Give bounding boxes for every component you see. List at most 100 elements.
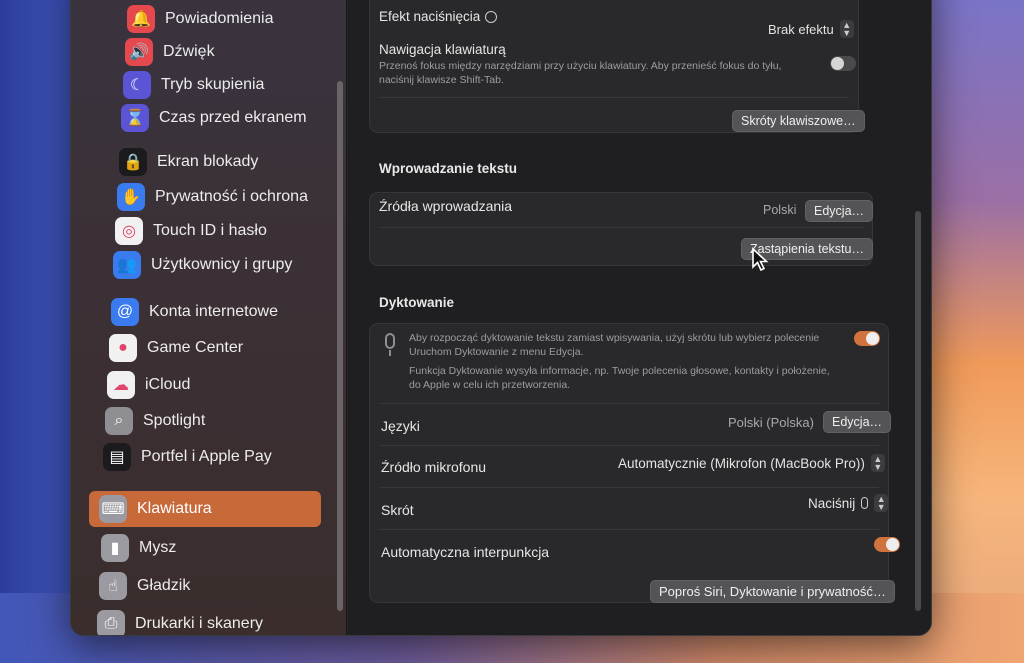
- main-content: Efekt naciśnięcia Brak efektu ▲ ▼ Nawigac…: [348, 0, 931, 635]
- keyboard-navigation-label: Nawigacja klawiaturą: [379, 42, 506, 57]
- text-input-title: Wprowadzanie tekstu: [379, 161, 518, 176]
- magnifier-icon: ⌕: [105, 407, 133, 435]
- sidebar-scrollbar[interactable]: [337, 81, 343, 611]
- input-sources-label: Źródła wprowadzania: [379, 198, 513, 214]
- sidebar-item-powiadomienia[interactable]: 🔔 Powiadomienia: [117, 1, 349, 37]
- toggle-knob: [831, 57, 844, 70]
- moon-icon: ☾: [123, 71, 151, 99]
- sidebar-item-dźwięk[interactable]: 🔊 Dźwięk: [115, 34, 347, 70]
- at-icon: @: [111, 298, 139, 326]
- keyboard-navigation-desc-1: Przenoś fokus między narzędziami przy uż…: [379, 60, 782, 72]
- sidebar-item-czas-przed-ekranem[interactable]: ⌛ Czas przed ekranem: [111, 100, 343, 136]
- bell-icon: 🔔: [127, 5, 155, 33]
- toggle-knob: [886, 538, 899, 551]
- sidebar-item-spotlight[interactable]: ⌕ Spotlight: [95, 403, 327, 439]
- sidebar-item-label: Mysz: [139, 539, 177, 556]
- keyboard-icon: ⌨: [99, 495, 127, 523]
- sidebar-item-touch-id-i-hasło[interactable]: ◎ Touch ID i hasło: [105, 213, 337, 249]
- speaker-icon: 🔊: [125, 38, 153, 66]
- dictation-desc-2: Uruchom Dyktowanie z menu Edycja.: [409, 346, 584, 358]
- hourglass-icon: ⌛: [121, 104, 149, 132]
- divider: [379, 97, 849, 98]
- trackpad-icon: ☝: [99, 572, 127, 600]
- mic-source-popup[interactable]: Automatycznie (Mikrofon (MacBook Pro)) ▲…: [618, 454, 885, 472]
- sidebar-item-label: Dźwięk: [163, 43, 215, 60]
- sidebar-item-prywatność-i-ochrona[interactable]: ✋ Prywatność i ochrona: [107, 179, 339, 215]
- divider: [379, 487, 879, 488]
- languages-value: Polski (Polska): [728, 415, 814, 430]
- microphone-small-icon: [861, 497, 869, 509]
- cloud-icon: ☁: [107, 371, 135, 399]
- printer-icon: ⎙: [97, 610, 125, 635]
- auto-punctuation-toggle[interactable]: [874, 537, 900, 552]
- keyboard-navigation-toggle[interactable]: [830, 56, 856, 71]
- press-effect-value: Brak efektu: [768, 21, 834, 37]
- shortcut-popup[interactable]: Naciśnij ▲ ▼: [808, 494, 889, 512]
- users-icon: 👥: [113, 251, 141, 279]
- keyboard-shortcuts-button[interactable]: Skróty klawiszowe…: [732, 110, 865, 132]
- sidebar-item-label: Drukarki i skanery: [135, 615, 264, 632]
- sidebar-item-label: Touch ID i hasło: [153, 222, 267, 239]
- mic-source-label: Źródło mikrofonu: [381, 459, 487, 475]
- sidebar-item-label: Użytkownicy i grupy: [151, 256, 293, 273]
- shortcut-label: Skrót: [381, 502, 414, 518]
- sidebar-item-label: Tryb skupienia: [161, 76, 265, 93]
- sidebar-item-ekran-blokady[interactable]: 🔒 Ekran blokady: [109, 144, 341, 180]
- sidebar-item-label: Game Center: [147, 339, 244, 356]
- mouse-cursor-icon: [752, 247, 769, 272]
- mouse-icon: ▮: [101, 534, 129, 562]
- sidebar-item-klawiatura[interactable]: ⌨ Klawiatura: [89, 491, 321, 527]
- globe-icon: [485, 11, 497, 23]
- sidebar-item-label: Klawiatura: [137, 500, 212, 517]
- microphone-icon: [385, 333, 395, 349]
- sidebar-item-label: Ekran blokady: [157, 153, 259, 170]
- languages-edit-button[interactable]: Edycja…: [823, 411, 892, 433]
- press-effect-popup[interactable]: Brak efektu ▲ ▼: [768, 20, 854, 38]
- sidebar-item-label: Konta internetowe: [149, 303, 278, 320]
- hand-icon: ✋: [117, 183, 145, 211]
- sidebar-item-label: Powiadomienia: [165, 10, 274, 27]
- sidebar-item-tryb-skupienia[interactable]: ☾ Tryb skupienia: [113, 67, 345, 103]
- microphone-stand: [389, 350, 391, 356]
- sidebar-item-mysz[interactable]: ▮ Mysz: [91, 530, 323, 566]
- divider: [379, 403, 879, 404]
- divider: [379, 445, 879, 446]
- chevron-updown-icon: ▲ ▼: [870, 454, 885, 472]
- sidebar-item-label: Gładzik: [137, 577, 191, 594]
- sidebar-item-label: Spotlight: [143, 412, 206, 429]
- sidebar-item-label: Prywatność i ochrona: [155, 188, 308, 205]
- chevron-updown-icon: ▲ ▼: [839, 20, 854, 38]
- sidebar-item-drukarki-i-skanery[interactable]: ⎙ Drukarki i skanery: [87, 606, 319, 635]
- input-sources-value: Polski: [763, 203, 797, 217]
- game-center-icon: ●: [109, 334, 137, 362]
- settings-window: 🔔 Powiadomienia 🔊 Dźwięk ☾ Tryb skupienia ⌛ Cza…: [70, 0, 932, 636]
- lock-icon: 🔒: [119, 148, 147, 176]
- languages-label: Języki: [381, 418, 420, 434]
- dictation-toggle[interactable]: [854, 331, 880, 346]
- input-sources-edit-button[interactable]: Edycja…: [805, 200, 874, 222]
- shortcut-value: Naciśnij: [808, 495, 856, 511]
- dictation-title: Dyktowanie: [379, 295, 455, 310]
- siri-privacy-button[interactable]: Poproś Siri, Dyktowanie i prywatność…: [650, 580, 895, 603]
- sidebar-item-label: iCloud: [145, 376, 191, 393]
- dictation-desc-4: do Apple w celu ich przetworzenia.: [409, 379, 571, 391]
- divider: [379, 227, 863, 228]
- press-effect-label: Efekt naciśnięcia: [379, 9, 481, 24]
- dictation-desc-3: Funkcja Dyktowanie wysyła informacje, np…: [409, 365, 830, 377]
- auto-punctuation-label: Automatyczna interpunkcja: [381, 544, 550, 560]
- sidebar-item-konta-internetowe[interactable]: @ Konta internetowe: [101, 294, 333, 330]
- sidebar-item-icloud[interactable]: ☁ iCloud: [97, 367, 329, 403]
- sidebar-item-label: Czas przed ekranem: [159, 109, 307, 126]
- divider: [379, 529, 879, 530]
- dictation-desc-1: Aby rozpocząć dyktowanie tekstu zamiast …: [409, 332, 820, 344]
- sidebar-item-game-center[interactable]: ● Game Center: [99, 330, 331, 366]
- content-scrollbar[interactable]: [915, 211, 921, 611]
- sidebar-item-gładzik[interactable]: ☝ Gładzik: [89, 568, 321, 604]
- sidebar-item-użytkownicy-i-grupy[interactable]: 👥 Użytkownicy i grupy: [103, 247, 335, 283]
- keyboard-navigation-desc-2: naciśnij klawisze Shift-Tab.: [379, 74, 504, 86]
- mic-source-value: Automatycznie (Mikrofon (MacBook Pro)): [618, 455, 865, 471]
- wallet-icon: ▤: [103, 443, 131, 471]
- chevron-updown-icon: ▲ ▼: [874, 494, 889, 512]
- sidebar-item-portfel-i-apple-pay[interactable]: ▤ Portfel i Apple Pay: [93, 439, 325, 475]
- toggle-knob: [866, 332, 879, 345]
